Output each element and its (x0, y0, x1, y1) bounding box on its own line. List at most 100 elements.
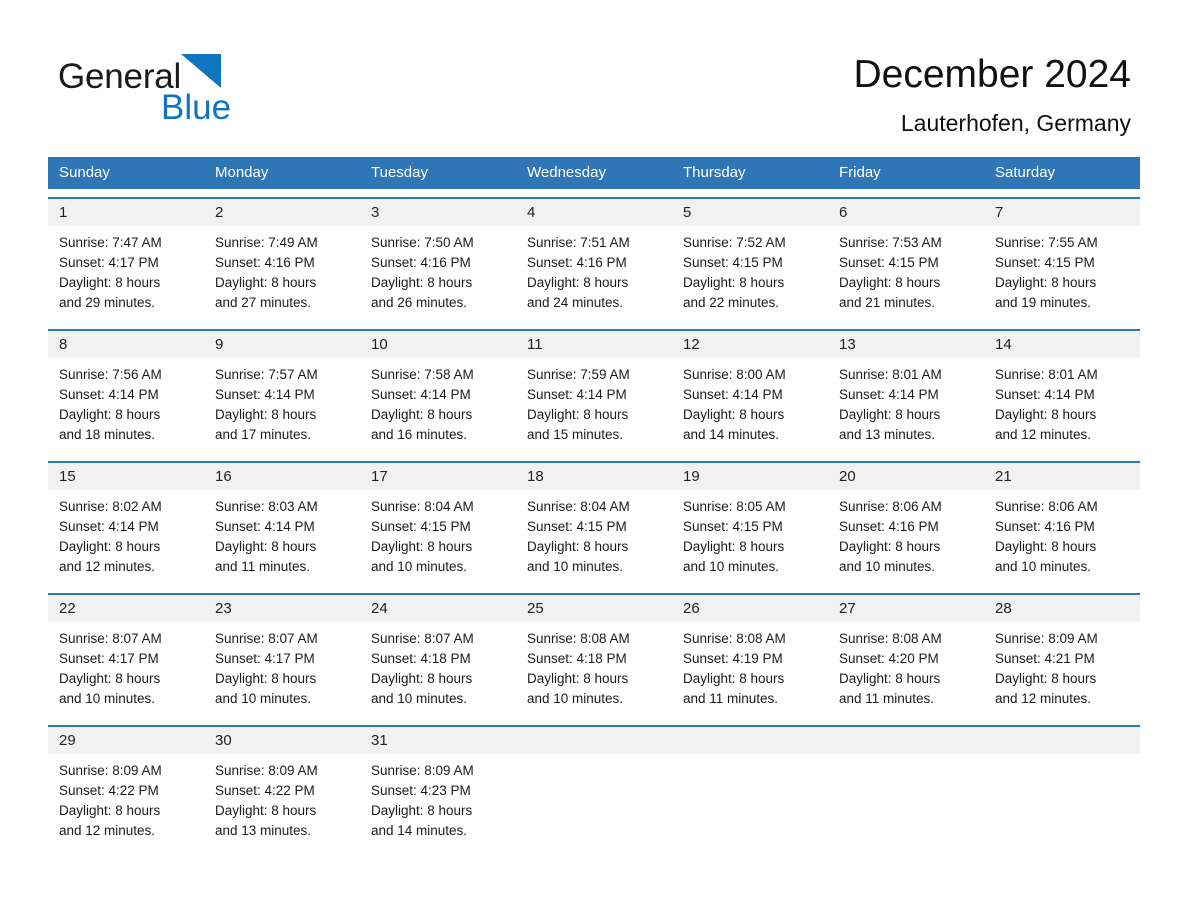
calendar-day-cell[interactable]: 20 Sunrise: 8:06 AM Sunset: 4:16 PM Dayl… (828, 463, 984, 585)
daylight-text-line2: and 13 minutes. (839, 427, 936, 442)
sunset-text: Sunset: 4:22 PM (59, 783, 159, 798)
day-number: 22 (48, 595, 204, 622)
day-details: Sunrise: 7:56 AM Sunset: 4:14 PM Dayligh… (48, 358, 204, 453)
weekday-header-sunday: Sunday (59, 164, 110, 181)
calendar-day-cell[interactable]: 23 Sunrise: 8:07 AM Sunset: 4:17 PM Dayl… (204, 595, 360, 717)
brand-name-blue: Blue (161, 88, 232, 127)
sunrise-text: Sunrise: 8:09 AM (59, 763, 162, 778)
sunrise-text: Sunrise: 8:08 AM (527, 631, 630, 646)
calendar-day-cell[interactable]: 22 Sunrise: 8:07 AM Sunset: 4:17 PM Dayl… (48, 595, 204, 717)
daylight-text-line1: Daylight: 8 hours (839, 275, 941, 290)
day-number: 27 (828, 595, 984, 622)
sunset-text: Sunset: 4:14 PM (215, 519, 315, 534)
calendar-day-cell[interactable]: 31 Sunrise: 8:09 AM Sunset: 4:23 PM Dayl… (360, 727, 516, 849)
daylight-text-line1: Daylight: 8 hours (839, 671, 941, 686)
sunrise-text: Sunrise: 8:04 AM (371, 499, 474, 514)
day-number: 14 (984, 331, 1140, 358)
day-number: 20 (828, 463, 984, 490)
day-details: Sunrise: 8:07 AM Sunset: 4:17 PM Dayligh… (48, 622, 204, 717)
calendar-day-cell[interactable]: 14 Sunrise: 8:01 AM Sunset: 4:14 PM Dayl… (984, 331, 1140, 453)
calendar-week-row: 29 Sunrise: 8:09 AM Sunset: 4:22 PM Dayl… (48, 725, 1140, 849)
calendar-day-cell[interactable]: 29 Sunrise: 8:09 AM Sunset: 4:22 PM Dayl… (48, 727, 204, 849)
daylight-text-line1: Daylight: 8 hours (371, 407, 473, 422)
sunrise-text: Sunrise: 8:09 AM (995, 631, 1098, 646)
daylight-text-line2: and 10 minutes. (371, 559, 468, 574)
sunset-text: Sunset: 4:22 PM (215, 783, 315, 798)
sunrise-text: Sunrise: 8:06 AM (995, 499, 1098, 514)
daylight-text-line1: Daylight: 8 hours (527, 407, 629, 422)
calendar-day-cell[interactable]: 17 Sunrise: 8:04 AM Sunset: 4:15 PM Dayl… (360, 463, 516, 585)
daylight-text-line2: and 26 minutes. (371, 295, 468, 310)
day-details: Sunrise: 8:08 AM Sunset: 4:19 PM Dayligh… (672, 622, 828, 717)
calendar-page: General Blue December 2024 Lauterhofen, … (0, 0, 1188, 918)
calendar-day-cell[interactable]: 28 Sunrise: 8:09 AM Sunset: 4:21 PM Dayl… (984, 595, 1140, 717)
sunset-text: Sunset: 4:16 PM (527, 255, 627, 270)
calendar-day-cell[interactable]: 27 Sunrise: 8:08 AM Sunset: 4:20 PM Dayl… (828, 595, 984, 717)
daylight-text-line2: and 10 minutes. (59, 691, 156, 706)
sunset-text: Sunset: 4:15 PM (683, 519, 783, 534)
calendar-day-cell[interactable]: 7 Sunrise: 7:55 AM Sunset: 4:15 PM Dayli… (984, 199, 1140, 321)
day-details: Sunrise: 8:09 AM Sunset: 4:22 PM Dayligh… (48, 754, 204, 849)
calendar-day-cell[interactable]: 5 Sunrise: 7:52 AM Sunset: 4:15 PM Dayli… (672, 199, 828, 321)
calendar-day-cell[interactable]: 3 Sunrise: 7:50 AM Sunset: 4:16 PM Dayli… (360, 199, 516, 321)
weekday-header-row: Sunday Monday Tuesday Wednesday Thursday… (48, 157, 1140, 189)
day-details: Sunrise: 8:08 AM Sunset: 4:20 PM Dayligh… (828, 622, 984, 717)
daylight-text-line1: Daylight: 8 hours (527, 275, 629, 290)
calendar-day-cell[interactable]: 21 Sunrise: 8:06 AM Sunset: 4:16 PM Dayl… (984, 463, 1140, 585)
day-details: Sunrise: 8:07 AM Sunset: 4:17 PM Dayligh… (204, 622, 360, 717)
day-number: 4 (516, 199, 672, 226)
daylight-text-line2: and 12 minutes. (59, 559, 156, 574)
day-number: 15 (48, 463, 204, 490)
calendar-day-cell[interactable]: 11 Sunrise: 7:59 AM Sunset: 4:14 PM Dayl… (516, 331, 672, 453)
sunrise-text: Sunrise: 7:56 AM (59, 367, 162, 382)
calendar-day-cell[interactable]: 2 Sunrise: 7:49 AM Sunset: 4:16 PM Dayli… (204, 199, 360, 321)
day-number (984, 727, 1140, 754)
calendar-day-cell[interactable]: 6 Sunrise: 7:53 AM Sunset: 4:15 PM Dayli… (828, 199, 984, 321)
daylight-text-line2: and 10 minutes. (683, 559, 780, 574)
brand-logo[interactable]: General Blue (58, 52, 318, 130)
daylight-text-line1: Daylight: 8 hours (995, 407, 1097, 422)
calendar-day-cell[interactable]: 16 Sunrise: 8:03 AM Sunset: 4:14 PM Dayl… (204, 463, 360, 585)
sunrise-text: Sunrise: 7:51 AM (527, 235, 630, 250)
calendar-day-cell[interactable]: 25 Sunrise: 8:08 AM Sunset: 4:18 PM Dayl… (516, 595, 672, 717)
sunrise-text: Sunrise: 8:06 AM (839, 499, 942, 514)
daylight-text-line1: Daylight: 8 hours (59, 275, 161, 290)
daylight-text-line2: and 16 minutes. (371, 427, 468, 442)
day-details: Sunrise: 8:02 AM Sunset: 4:14 PM Dayligh… (48, 490, 204, 585)
day-details: Sunrise: 8:00 AM Sunset: 4:14 PM Dayligh… (672, 358, 828, 453)
calendar-day-cell[interactable]: 10 Sunrise: 7:58 AM Sunset: 4:14 PM Dayl… (360, 331, 516, 453)
day-number: 8 (48, 331, 204, 358)
calendar-day-cell[interactable]: 19 Sunrise: 8:05 AM Sunset: 4:15 PM Dayl… (672, 463, 828, 585)
calendar-day-cell[interactable]: 9 Sunrise: 7:57 AM Sunset: 4:14 PM Dayli… (204, 331, 360, 453)
calendar-day-cell[interactable]: 18 Sunrise: 8:04 AM Sunset: 4:15 PM Dayl… (516, 463, 672, 585)
day-details: Sunrise: 7:51 AM Sunset: 4:16 PM Dayligh… (516, 226, 672, 321)
day-details: Sunrise: 7:49 AM Sunset: 4:16 PM Dayligh… (204, 226, 360, 321)
sunset-text: Sunset: 4:14 PM (995, 387, 1095, 402)
calendar-day-cell[interactable]: 13 Sunrise: 8:01 AM Sunset: 4:14 PM Dayl… (828, 331, 984, 453)
calendar-day-cell[interactable]: 24 Sunrise: 8:07 AM Sunset: 4:18 PM Dayl… (360, 595, 516, 717)
daylight-text-line1: Daylight: 8 hours (371, 539, 473, 554)
day-number: 31 (360, 727, 516, 754)
day-number: 17 (360, 463, 516, 490)
page-subtitle: Lauterhofen, Germany (900, 110, 1131, 136)
day-number: 23 (204, 595, 360, 622)
daylight-text-line1: Daylight: 8 hours (59, 671, 161, 686)
calendar-day-cell[interactable]: 12 Sunrise: 8:00 AM Sunset: 4:14 PM Dayl… (672, 331, 828, 453)
weekday-header-tuesday: Tuesday (371, 164, 428, 181)
daylight-text-line1: Daylight: 8 hours (215, 671, 317, 686)
daylight-text-line2: and 10 minutes. (839, 559, 936, 574)
daylight-text-line2: and 12 minutes. (995, 427, 1092, 442)
daylight-text-line2: and 13 minutes. (215, 823, 312, 838)
calendar-week-row: 8 Sunrise: 7:56 AM Sunset: 4:14 PM Dayli… (48, 329, 1140, 453)
daylight-text-line2: and 11 minutes. (839, 691, 935, 706)
sunset-text: Sunset: 4:21 PM (995, 651, 1095, 666)
calendar-day-cell[interactable]: 8 Sunrise: 7:56 AM Sunset: 4:14 PM Dayli… (48, 331, 204, 453)
calendar-day-cell[interactable]: 1 Sunrise: 7:47 AM Sunset: 4:17 PM Dayli… (48, 199, 204, 321)
daylight-text-line2: and 15 minutes. (527, 427, 624, 442)
calendar-day-cell[interactable]: 30 Sunrise: 8:09 AM Sunset: 4:22 PM Dayl… (204, 727, 360, 849)
calendar-day-cell-empty (516, 727, 672, 849)
calendar-day-cell[interactable]: 26 Sunrise: 8:08 AM Sunset: 4:19 PM Dayl… (672, 595, 828, 717)
calendar-day-cell[interactable]: 4 Sunrise: 7:51 AM Sunset: 4:16 PM Dayli… (516, 199, 672, 321)
calendar-day-cell[interactable]: 15 Sunrise: 8:02 AM Sunset: 4:14 PM Dayl… (48, 463, 204, 585)
calendar-grid: Sunday Monday Tuesday Wednesday Thursday… (48, 157, 1140, 849)
